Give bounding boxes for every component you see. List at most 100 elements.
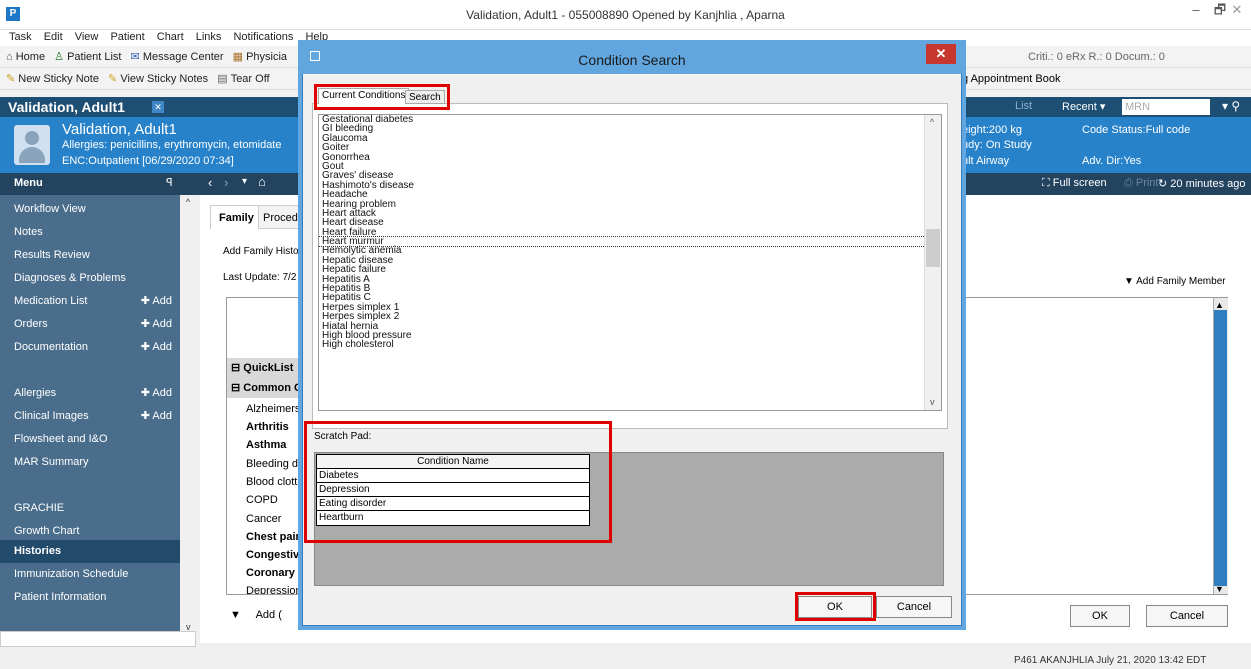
condition-row[interactable]: Depression — [246, 585, 302, 594]
condition-row[interactable]: Congestive — [246, 549, 305, 561]
condition-list-item[interactable]: Hepatitis C — [319, 293, 941, 303]
pin-icon[interactable]: ꟼ — [166, 176, 173, 189]
condition-list-item[interactable]: Herpes simplex 2 — [319, 311, 941, 321]
refresh-button[interactable]: ↻ 20 minutes ago — [1158, 177, 1246, 190]
sidebar-item-notes[interactable]: Notes — [0, 221, 180, 244]
add-condition-button[interactable]: ▼ Add ( — [230, 609, 282, 621]
grid-scroll-up-icon[interactable]: ▲ — [1215, 300, 1224, 310]
sidebar-item-clinical-images[interactable]: Clinical Images ✚ Add — [0, 405, 180, 428]
sidebar-item-workflow-view[interactable]: Workflow View — [0, 198, 180, 221]
condition-row[interactable]: Coronary a — [246, 567, 304, 579]
condition-list-item[interactable]: Headache — [319, 189, 941, 199]
condition-list-item[interactable]: GI bleeding — [319, 124, 941, 134]
menu-patient[interactable]: Patient — [110, 31, 144, 43]
sidebar-item-medication-list[interactable]: Medication List ✚ Add — [0, 290, 180, 313]
print-button[interactable]: ⎙ Print — [1124, 177, 1158, 190]
condition-row[interactable]: Arthritis — [246, 421, 289, 433]
condition-list-item[interactable]: Heart disease — [319, 218, 941, 228]
condition-row[interactable]: Cancer — [246, 513, 281, 525]
add-order-button[interactable]: ✚ Add — [141, 313, 172, 336]
sidebar-item-allergies[interactable]: Allergies ✚ Add — [0, 382, 180, 405]
sidebar-scroll-up-icon[interactable]: ^ — [186, 197, 190, 207]
fullscreen-button[interactable]: ⛶ Full screen — [1042, 177, 1107, 190]
history-dropdown-icon[interactable]: ▾ — [242, 176, 247, 187]
sidebar-item-orders[interactable]: Orders ✚ Add — [0, 313, 180, 336]
condition-list-item[interactable]: Glaucoma — [319, 133, 941, 143]
toolbar-physician[interactable]: ▦ Physicia — [233, 46, 287, 68]
menu-help[interactable]: Help — [305, 31, 328, 43]
patient-tab-name[interactable]: Validation, Adult1 — [8, 99, 125, 115]
appointment-book-link[interactable]: g Appointment Book — [962, 68, 1060, 90]
condition-list-item[interactable]: Hearing problem — [319, 199, 941, 209]
condition-row[interactable]: Alzheimers — [246, 403, 300, 415]
condition-row[interactable]: Bleeding di — [246, 458, 300, 470]
condition-list-item[interactable]: Hashimoto's disease — [319, 180, 941, 190]
condition-list-item[interactable]: High cholesterol — [319, 340, 941, 350]
sidebar-item-grachie[interactable]: GRACHIE — [0, 497, 180, 520]
sidebar-item-patient-information[interactable]: Patient Information — [0, 586, 180, 609]
forward-arrow-icon[interactable]: › — [224, 175, 228, 190]
sidebar-item-results-review[interactable]: Results Review — [0, 244, 180, 267]
quicklist-header[interactable]: ⊟ QuickList — [227, 358, 303, 378]
add-clinical-image-button[interactable]: ✚ Add — [141, 405, 172, 428]
condition-list-item[interactable]: Herpes simplex 1 — [319, 302, 941, 312]
recent-button[interactable]: Recent ▾ — [1062, 100, 1105, 113]
dialog-cancel-button[interactable]: Cancel — [876, 596, 952, 618]
condition-row[interactable]: Chest pain — [246, 531, 302, 543]
grid-scroll-thumb[interactable] — [1214, 310, 1227, 586]
toolbar-message-center[interactable]: ✉ Message Center — [131, 46, 224, 68]
condition-list-item[interactable]: Hepatitis B — [319, 283, 941, 293]
condition-list-item[interactable]: Goiter — [319, 142, 941, 152]
mrn-search-input[interactable]: MRN — [1122, 99, 1210, 115]
toolbar-patient-list[interactable]: ♙ Patient List — [54, 46, 121, 68]
tear-off-button[interactable]: ▤ Tear Off — [217, 68, 269, 90]
home-nav-icon[interactable]: ⌂ — [258, 174, 266, 189]
condition-list-item[interactable]: Gestational diabetes — [319, 115, 941, 125]
condition-list-item[interactable]: Heart attack — [319, 208, 941, 218]
condition-list-item[interactable]: Hepatitis A — [319, 274, 941, 284]
view-sticky-notes-button[interactable]: ✎ View Sticky Notes — [108, 68, 208, 90]
menu-view[interactable]: View — [75, 31, 99, 43]
sidebar-item-documentation[interactable]: Documentation ✚ Add — [0, 336, 180, 359]
dialog-close-button[interactable]: ✕ — [926, 44, 956, 64]
condition-list-item[interactable]: Hepatic disease — [319, 255, 941, 265]
menu-task[interactable]: Task — [9, 31, 32, 43]
sidebar-item-mar-summary[interactable]: MAR Summary — [0, 451, 180, 474]
add-allergy-button[interactable]: ✚ Add — [141, 382, 172, 405]
back-arrow-icon[interactable]: ‹ — [208, 175, 212, 190]
condition-list-scrollbar[interactable]: ^ v — [924, 115, 941, 410]
common-conditions-header[interactable]: ⊟ Common C — [227, 378, 303, 398]
close-patient-tab-icon[interactable]: ✕ — [152, 101, 164, 113]
list-scroll-thumb[interactable] — [926, 229, 940, 267]
tab-procedure[interactable]: Proced — [258, 205, 303, 229]
condition-row[interactable]: COPD — [246, 494, 278, 506]
search-icon[interactable]: ▾ ⚲ — [1222, 99, 1240, 113]
list-scroll-down-icon[interactable]: v — [930, 397, 935, 407]
condition-list-item[interactable]: Gonorrhea — [319, 152, 941, 162]
condition-list-item[interactable]: Heart murmur — [319, 236, 941, 248]
tab-family[interactable]: Family — [210, 205, 263, 229]
grid-scroll-down-icon[interactable]: ▼ — [1215, 584, 1224, 594]
sidebar-scroll-down-icon[interactable]: v — [186, 622, 191, 632]
add-documentation-button[interactable]: ✚ Add — [141, 336, 172, 359]
condition-list-item[interactable]: Hemolytic anemia — [319, 246, 941, 256]
condition-list-item[interactable]: Gout — [319, 161, 941, 171]
condition-list-item[interactable]: Hepatic failure — [319, 265, 941, 275]
condition-list-item[interactable]: Hiatal hernia — [319, 321, 941, 331]
menu-chart[interactable]: Chart — [157, 31, 184, 43]
sidebar-item-diagnoses[interactable]: Diagnoses & Problems — [0, 267, 180, 290]
notification-counts[interactable]: Criti.: 0 eRx R.: 0 Docum.: 0 — [1028, 46, 1165, 68]
list-button[interactable]: List — [1015, 100, 1032, 112]
close-window-button[interactable]: ✕ — [1222, 0, 1251, 22]
main-ok-button[interactable]: OK — [1070, 605, 1130, 627]
list-scroll-up-icon[interactable]: ^ — [930, 117, 934, 127]
add-medication-button[interactable]: ✚ Add — [141, 290, 172, 313]
sidebar-item-flowsheet[interactable]: Flowsheet and I&O — [0, 428, 180, 451]
menu-links[interactable]: Links — [196, 31, 222, 43]
new-sticky-note-button[interactable]: ✎ New Sticky Note — [6, 68, 99, 90]
condition-row[interactable]: Blood clott — [246, 476, 297, 488]
condition-list-item[interactable]: High blood pressure — [319, 330, 941, 340]
condition-list-item[interactable]: Heart failure — [319, 227, 941, 237]
menu-notifications[interactable]: Notifications — [233, 31, 293, 43]
menu-edit[interactable]: Edit — [44, 31, 63, 43]
